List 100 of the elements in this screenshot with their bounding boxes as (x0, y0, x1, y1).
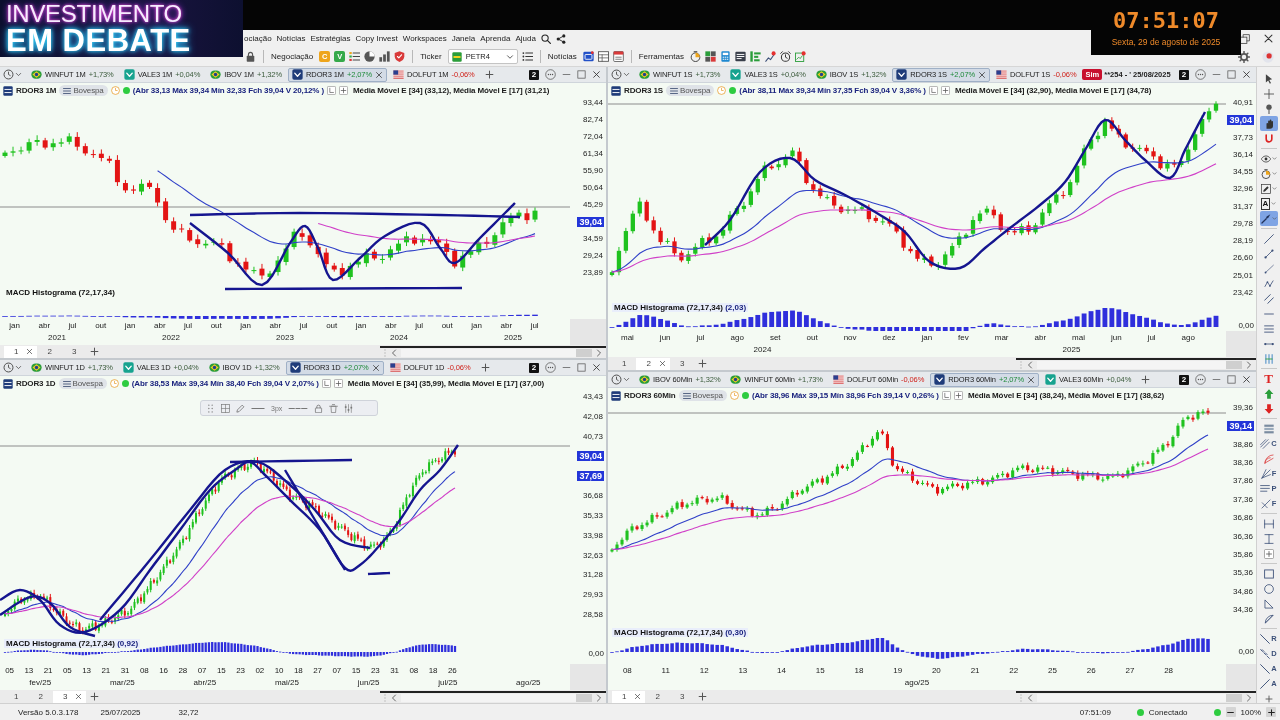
sliders-icon[interactable] (344, 403, 354, 413)
share-icon[interactable] (555, 33, 566, 44)
tool-button[interactable] (1259, 116, 1278, 131)
page-tab[interactable]: 1 (4, 690, 29, 703)
card-icon[interactable] (612, 51, 624, 62)
zoom-out-button[interactable] (1225, 707, 1236, 717)
zoom-in-button[interactable] (1266, 707, 1276, 717)
alarm-clock-icon[interactable] (780, 51, 791, 62)
page-tab[interactable]: 1 (4, 345, 38, 358)
pencil-icon[interactable] (236, 403, 245, 413)
page-tab[interactable]: 2 (636, 357, 670, 370)
trash-icon[interactable] (329, 403, 339, 413)
page-tab[interactable]: 3 (669, 690, 695, 703)
page-tab[interactable]: 2 (645, 690, 670, 703)
interval-button[interactable] (611, 69, 630, 80)
grid-icon[interactable] (221, 403, 230, 413)
menu-item[interactable]: Copy Invest (355, 34, 398, 43)
tool-button[interactable] (1259, 181, 1278, 196)
more-icon[interactable] (545, 362, 556, 373)
chart-marker-icon[interactable] (765, 51, 776, 62)
plus-box-icon[interactable] (333, 379, 343, 388)
hand-drawn-line[interactable] (190, 211, 520, 219)
hand-drawn-line[interactable] (189, 202, 516, 287)
scrollbar[interactable] (401, 348, 592, 357)
panel-icon[interactable] (735, 51, 746, 62)
scroll-thumb[interactable] (1226, 360, 1242, 369)
menu-item[interactable]: Notícias (276, 34, 306, 43)
angle-box-icon[interactable] (941, 391, 951, 400)
hand-drawn-line[interactable] (284, 469, 346, 571)
scrollbar[interactable] (401, 693, 592, 702)
close-icon[interactable] (375, 70, 383, 79)
page-tab[interactable]: 1 (612, 690, 646, 703)
close-icon[interactable] (634, 693, 642, 700)
lock-icon[interactable] (245, 51, 256, 62)
hand-drawn-line[interactable] (99, 460, 371, 621)
colored-list-icon[interactable] (349, 51, 361, 62)
angle-box-icon[interactable] (928, 86, 938, 95)
scrollbar[interactable] (1037, 693, 1242, 702)
close-icon[interactable] (1026, 375, 1035, 384)
settings-icon[interactable] (1238, 50, 1250, 63)
menu-item[interactable]: ociação (244, 34, 272, 43)
page-tab[interactable]: 3 (669, 357, 695, 370)
circle-icon[interactable] (1262, 50, 1274, 63)
maximize-icon[interactable] (1227, 375, 1236, 384)
close-icon[interactable] (1242, 70, 1251, 79)
close-icon[interactable] (592, 363, 601, 372)
list-icon[interactable] (521, 51, 533, 62)
layout-number-badge[interactable]: 2 (529, 362, 539, 373)
page-tab[interactable]: 2 (37, 345, 62, 358)
menu-item[interactable]: Estratégias (310, 34, 351, 43)
interval-button[interactable] (611, 374, 630, 385)
shield-icon[interactable] (394, 51, 406, 62)
bar-chart-icon[interactable] (379, 51, 391, 62)
close-icon[interactable] (658, 360, 666, 367)
angle-box-icon[interactable] (321, 379, 331, 388)
colored-grid-icon[interactable] (705, 51, 716, 62)
close-icon[interactable] (592, 70, 601, 79)
plus-box-icon[interactable] (940, 86, 950, 95)
hand-drawn-line[interactable] (704, 111, 1207, 270)
grip-icon[interactable] (206, 403, 215, 413)
maximize-icon[interactable] (1227, 70, 1236, 79)
restore-icon[interactable] (1240, 33, 1250, 44)
bars-icon[interactable] (750, 51, 761, 62)
interval-button[interactable] (3, 362, 22, 373)
plus-box-icon[interactable] (953, 391, 963, 400)
page-tab[interactable]: 3 (61, 345, 87, 358)
close-icon[interactable] (75, 693, 83, 700)
page-tab[interactable]: 3 (52, 690, 87, 703)
pie-chart-icon[interactable] (364, 51, 376, 62)
menu-item[interactable]: Aprenda (480, 34, 511, 43)
layout-number-badge[interactable]: 2 (529, 69, 539, 80)
stopwatch-icon[interactable] (690, 51, 701, 62)
close-icon[interactable] (26, 348, 34, 355)
interval-button[interactable] (3, 69, 22, 80)
angle-box-icon[interactable] (327, 86, 336, 95)
page-tab[interactable]: 1 (612, 357, 637, 370)
scroll-thumb[interactable] (1226, 693, 1242, 702)
menu-item[interactable]: Janela (451, 34, 476, 43)
hand-drawn-line[interactable] (0, 595, 96, 638)
menu-item[interactable]: Ajuda (515, 34, 536, 43)
search-icon[interactable] (540, 33, 551, 44)
close-icon[interactable] (1242, 375, 1251, 384)
table-icon[interactable] (597, 51, 609, 62)
close-icon[interactable] (1263, 33, 1274, 44)
close-icon[interactable] (371, 363, 380, 372)
calculator-icon[interactable] (720, 51, 731, 62)
more-icon[interactable] (1195, 69, 1206, 80)
hand-drawn-line[interactable] (225, 286, 462, 291)
scrollbar[interactable] (1037, 360, 1242, 369)
more-icon[interactable] (1195, 374, 1206, 385)
chart-alert-icon[interactable] (795, 51, 806, 62)
close-icon[interactable] (978, 70, 987, 79)
hand-drawn-line[interactable] (367, 571, 391, 576)
layout-number-badge[interactable]: 2 (1179, 374, 1189, 385)
tool-button[interactable] (1259, 211, 1278, 226)
menu-item[interactable]: Workspaces (402, 34, 447, 43)
layout-number-badge[interactable]: 2 (1179, 69, 1189, 80)
tv-icon[interactable] (582, 51, 594, 62)
scroll-thumb[interactable] (576, 348, 592, 357)
more-icon[interactable] (545, 69, 556, 80)
